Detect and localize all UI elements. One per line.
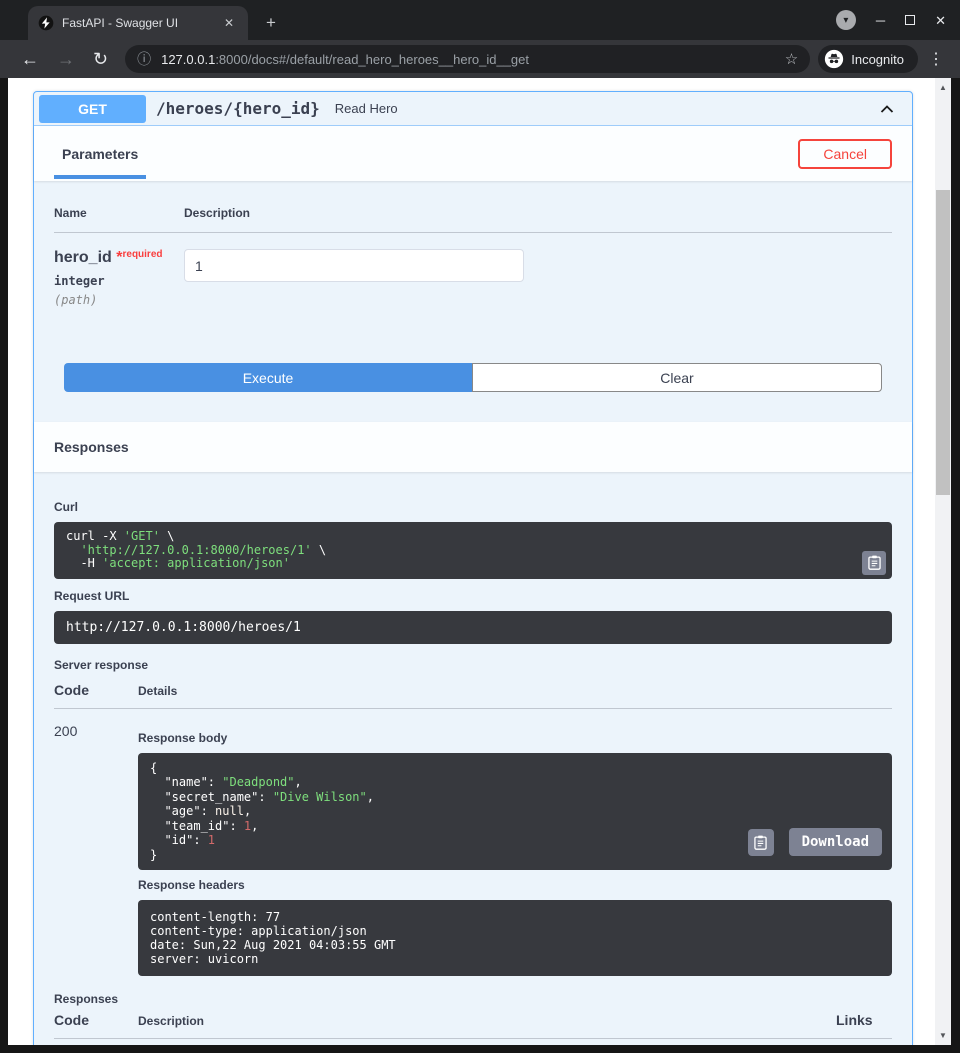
fastapi-favicon-icon: [38, 15, 54, 31]
minimize-button[interactable]: ─: [876, 14, 885, 27]
bookmark-star-icon[interactable]: ☆: [785, 50, 798, 68]
column-name: Name: [54, 206, 184, 220]
column-links: Links: [836, 1012, 892, 1028]
copy-response-button[interactable]: [748, 829, 774, 856]
column-description-2: Description: [138, 1014, 836, 1028]
site-info-icon[interactable]: ⓘ: [137, 49, 151, 69]
scrollbar-thumb[interactable]: [936, 190, 950, 495]
scroll-down-icon[interactable]: ▼: [935, 1031, 951, 1040]
response-headers-label: Response headers: [138, 878, 892, 892]
param-location: (path): [54, 293, 184, 307]
url-text[interactable]: 127.0.0.1:8000/docs#/default/read_hero_h…: [161, 52, 777, 67]
swagger-page: GET /heroes/{hero_id} Read Hero Paramete…: [8, 78, 935, 1045]
new-tab-button[interactable]: +: [260, 13, 282, 33]
column-code: Code: [54, 682, 138, 698]
responses-title: Responses: [54, 439, 129, 455]
execute-button[interactable]: Execute: [64, 363, 472, 392]
parameter-row: hero_id *required integer (path): [54, 233, 892, 333]
menu-kebab-icon[interactable]: ⋮: [918, 49, 948, 69]
clear-button[interactable]: Clear: [472, 363, 882, 392]
copy-curl-button[interactable]: [862, 551, 886, 575]
download-button[interactable]: Download: [789, 828, 882, 856]
back-icon[interactable]: ←: [12, 49, 48, 70]
response-headers-code: content-length: 77 content-type: applica…: [138, 900, 892, 976]
endpoint-path: /heroes/{hero_id}: [156, 99, 320, 118]
column-description: Description: [184, 206, 250, 220]
opblock-get-heroes: GET /heroes/{hero_id} Read Hero Paramete…: [33, 91, 913, 1045]
curl-code: curl -X 'GET' \ 'http://127.0.0.1:8000/h…: [54, 522, 892, 579]
browser-window: FastAPI - Swagger UI ✕ + ▾ ─ ✕ ← → ↻ ⓘ 1…: [0, 0, 960, 1053]
request-url-label: Request URL: [54, 589, 892, 603]
documented-response-row: 200 No links: [54, 1039, 892, 1045]
param-type: integer: [54, 274, 184, 288]
documented-responses-label: Responses: [54, 992, 892, 1006]
endpoint-description: Read Hero: [335, 101, 877, 116]
scroll-up-icon[interactable]: ▲: [935, 83, 951, 92]
method-badge: GET: [39, 95, 146, 123]
status-code: 200: [54, 723, 138, 977]
response-body-label: Response body: [138, 731, 892, 745]
required-label: required: [122, 249, 162, 260]
curl-label: Curl: [54, 500, 892, 514]
url-path: :8000/docs#/default/read_hero_heroes__he…: [215, 52, 529, 67]
tab-title: FastAPI - Swagger UI: [62, 16, 220, 30]
column-details: Details: [138, 684, 892, 698]
browser-tab[interactable]: FastAPI - Swagger UI ✕: [28, 6, 248, 40]
maximize-button[interactable]: [905, 14, 915, 27]
hero-id-input[interactable]: [184, 249, 524, 282]
parameters-table: Name Description hero_id *required integ…: [34, 181, 912, 392]
incognito-badge: Incognito: [818, 45, 918, 73]
param-name: hero_id *required: [54, 249, 184, 267]
parameters-header: Parameters Cancel: [34, 126, 912, 181]
collapse-chevron-icon[interactable]: [877, 99, 897, 119]
url-host: 127.0.0.1: [161, 52, 215, 67]
endpoint-summary[interactable]: GET /heroes/{hero_id} Read Hero: [34, 92, 912, 126]
cancel-button[interactable]: Cancel: [798, 139, 892, 169]
address-bar[interactable]: ⓘ 127.0.0.1:8000/docs#/default/read_hero…: [125, 45, 810, 73]
tab-parameters[interactable]: Parameters: [54, 146, 146, 162]
server-response-row: 200 Response body { "name": "Deadpond", …: [54, 709, 892, 977]
maximize-icon: [905, 15, 915, 25]
close-button[interactable]: ✕: [935, 14, 946, 27]
titlebar: FastAPI - Swagger UI ✕ + ▾ ─ ✕: [0, 0, 960, 40]
tab-search-icon[interactable]: ▾: [836, 10, 856, 30]
scrollbar[interactable]: ▲ ▼: [935, 78, 951, 1045]
incognito-icon: [824, 49, 844, 69]
nav-toolbar: ← → ↻ ⓘ 127.0.0.1:8000/docs#/default/rea…: [0, 40, 960, 78]
forward-icon: →: [48, 49, 84, 70]
column-code-2: Code: [54, 1012, 138, 1028]
responses-header: Responses: [34, 422, 912, 472]
responses-body: Curl curl -X 'GET' \ 'http://127.0.0.1:8…: [34, 472, 912, 1045]
response-body-code: { "name": "Deadpond", "secret_name": "Di…: [138, 753, 892, 871]
incognito-label: Incognito: [851, 52, 904, 67]
request-url-value: http://127.0.0.1:8000/heroes/1: [54, 611, 892, 644]
reload-icon[interactable]: ↻: [84, 49, 117, 70]
server-response-label: Server response: [54, 658, 892, 672]
tab-close-icon[interactable]: ✕: [220, 14, 238, 32]
